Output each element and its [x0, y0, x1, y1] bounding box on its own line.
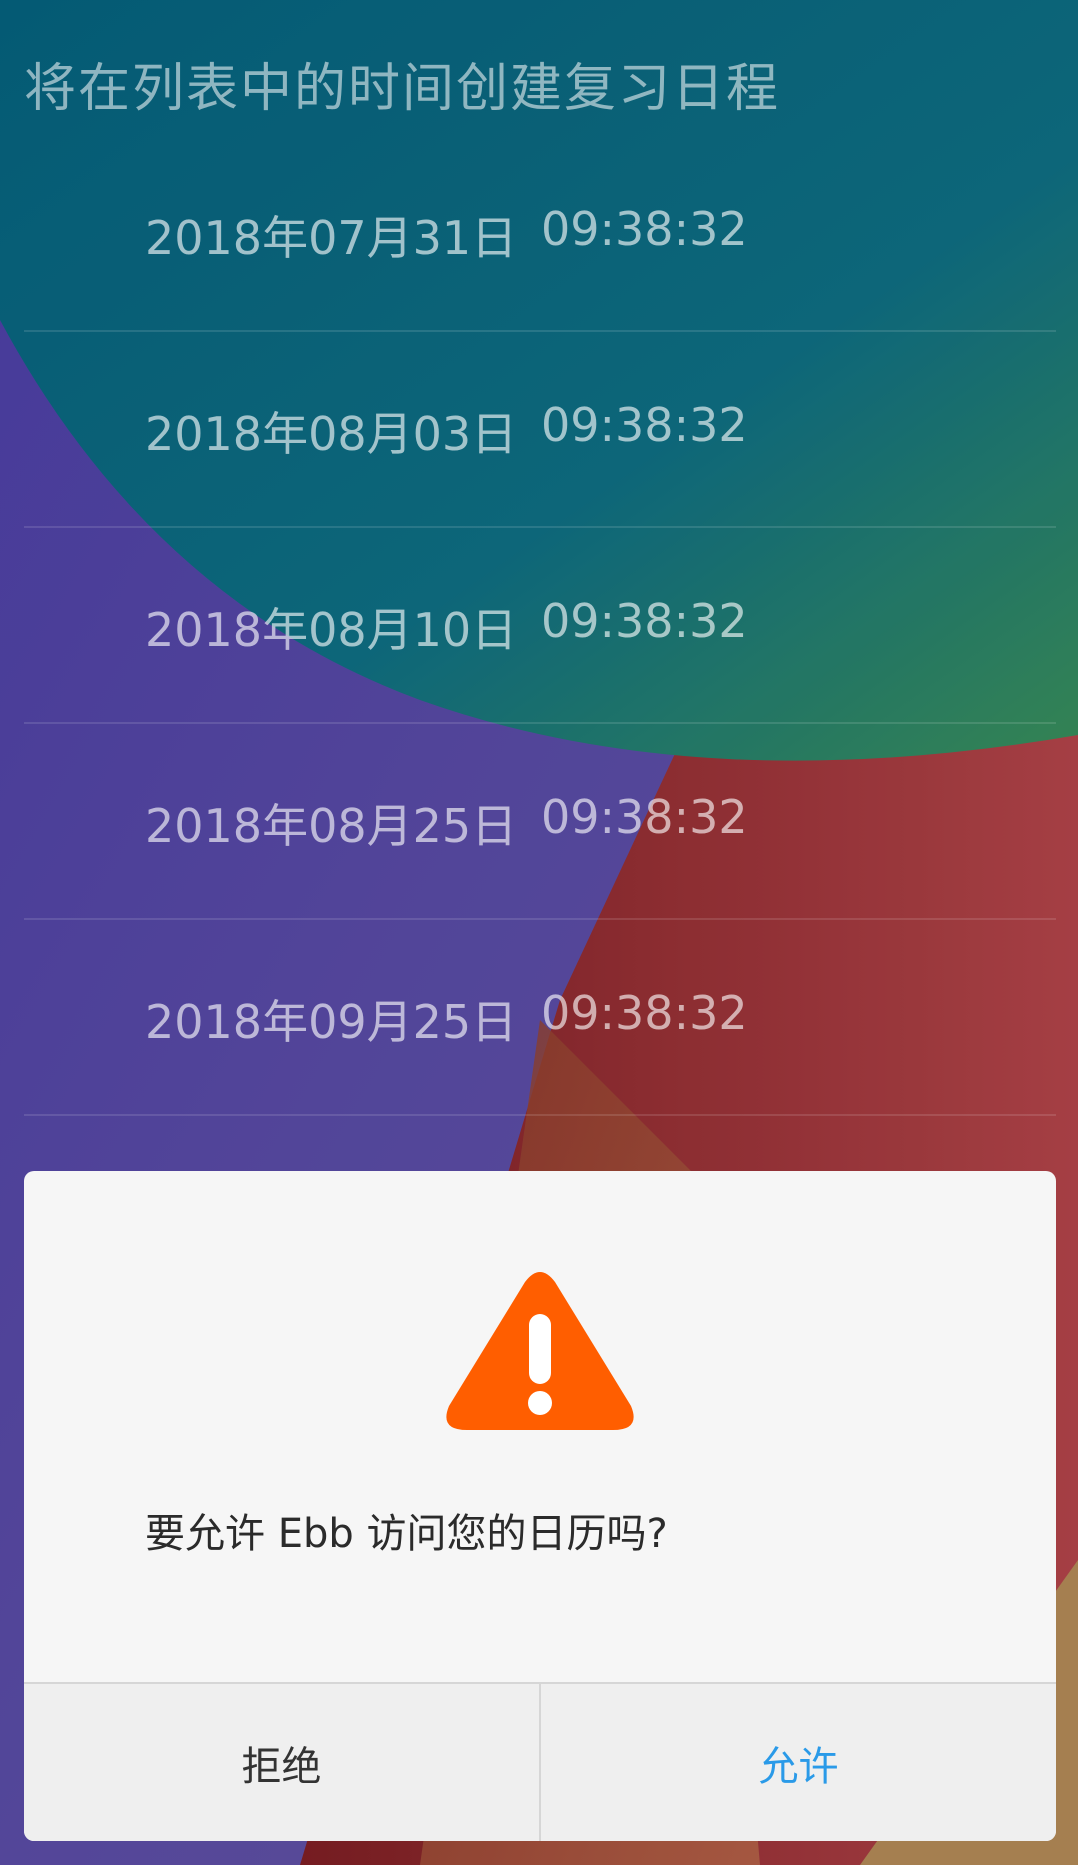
schedule-time: 09:38:32 — [541, 790, 748, 844]
allow-button[interactable]: 允许 — [541, 1684, 1056, 1841]
schedule-time: 09:38:32 — [541, 986, 748, 1040]
schedule-list: 2018年07月31日 09:38:32 2018年08月03日 09:38:3… — [24, 136, 1056, 1116]
schedule-date: 2018年09月25日 — [145, 995, 518, 1049]
schedule-time: 09:38:32 — [541, 594, 748, 648]
schedule-date: 2018年08月10日 — [145, 603, 518, 657]
deny-button[interactable]: 拒绝 — [24, 1684, 541, 1841]
schedule-row[interactable]: 2018年08月25日 09:38:32 — [24, 724, 1056, 920]
schedule-row[interactable]: 2018年07月31日 09:38:32 — [24, 136, 1056, 332]
dialog-message: 要允许 Ebb 访问您的日历吗? — [145, 1511, 668, 1557]
schedule-row[interactable]: 2018年08月03日 09:38:32 — [24, 332, 1056, 528]
page-title: 将在列表中的时间创建复习日程 — [24, 59, 781, 119]
schedule-date: 2018年07月31日 — [145, 211, 518, 265]
schedule-time: 09:38:32 — [541, 202, 748, 256]
schedule-date: 2018年08月25日 — [145, 799, 518, 853]
schedule-row[interactable]: 2018年09月25日 09:38:32 — [24, 920, 1056, 1116]
schedule-time: 09:38:32 — [541, 398, 748, 452]
permission-dialog: 要允许 Ebb 访问您的日历吗? 拒绝 允许 — [24, 1171, 1056, 1841]
schedule-date: 2018年08月03日 — [145, 407, 518, 461]
warning-icon — [446, 1272, 634, 1430]
screen: 将在列表中的时间创建复习日程 2018年07月31日 09:38:32 2018… — [0, 0, 1078, 1865]
dialog-button-bar: 拒绝 允许 — [24, 1682, 1056, 1841]
schedule-row[interactable]: 2018年08月10日 09:38:32 — [24, 528, 1056, 724]
